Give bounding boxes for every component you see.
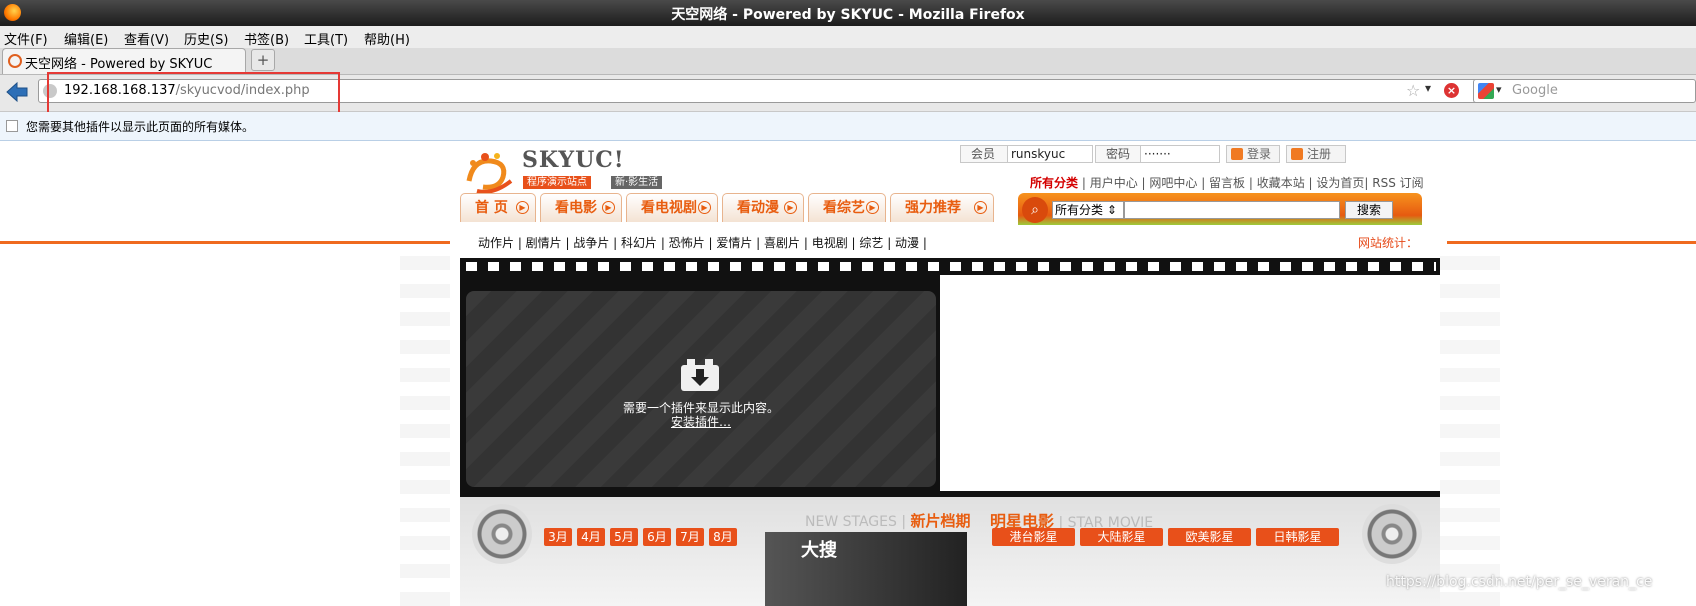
stop-icon[interactable]: ×	[1444, 83, 1459, 98]
nav-tv-series[interactable]: 看电视剧 ▶	[626, 193, 718, 222]
login-button[interactable]: 登录	[1226, 145, 1280, 163]
member-label: 会员	[960, 145, 1008, 163]
login-icon	[1231, 148, 1243, 160]
new-stages-heading: NEW STAGES | 新片档期	[805, 512, 971, 530]
search-bar[interactable]: ▾ Google	[1473, 79, 1696, 103]
menu-file[interactable]: 文件(F)	[4, 29, 48, 48]
nav-arrow-icon: ▶	[974, 201, 987, 214]
search-category-select[interactable]: 所有分类 ⇕	[1052, 201, 1124, 219]
menu-help[interactable]: 帮助(H)	[364, 29, 410, 48]
bg-pattern-left	[400, 245, 450, 606]
back-arrow-icon[interactable]	[4, 79, 30, 105]
star-tab-jp-kr[interactable]: 日韩影星	[1256, 528, 1339, 546]
month-tab-8[interactable]: 8月	[709, 528, 737, 546]
film-strip	[460, 258, 1440, 275]
month-tab-4[interactable]: 4月	[577, 528, 605, 546]
skyuc-logo-icon[interactable]	[463, 151, 518, 196]
page-content: 会员 runskyuc 密码 ······· 登录 注册 SKYUC! 程序演示…	[0, 141, 1696, 606]
nav-arrow-icon: ▶	[784, 201, 797, 214]
film-holes	[466, 262, 1436, 271]
browser-tab[interactable]: 天空网络 - Powered by SKYUC	[2, 48, 246, 74]
featured-panel	[940, 275, 1440, 491]
nav-arrow-icon: ▶	[698, 201, 711, 214]
menu-bookmarks[interactable]: 书签(B)	[244, 29, 289, 48]
month-tab-3[interactable]: 3月	[544, 528, 572, 546]
film-reel-right-icon	[1362, 504, 1422, 564]
register-button[interactable]: 注册	[1286, 145, 1346, 163]
category-links[interactable]: 动作片 | 剧情片 | 战争片 | 科幻片 | 恐怖片 | 爱情片 | 喜剧片 …	[478, 234, 927, 251]
nav-arrow-icon: ▶	[602, 201, 615, 214]
plugin-notification-bar[interactable]: 您需要其他插件以显示此页面的所有媒体。	[0, 112, 1696, 141]
star-tab-western[interactable]: 欧美影星	[1168, 528, 1251, 546]
month-tab-6[interactable]: 6月	[643, 528, 671, 546]
menu-history[interactable]: 历史(S)	[184, 29, 228, 48]
site-stats-label: 网站统计：	[1358, 236, 1419, 250]
menu-tools[interactable]: 工具(T)	[304, 29, 348, 48]
top-links-rest[interactable]: | 用户中心 | 网吧中心 | 留言板 | 收藏本站 | 设为首页| RSS 订…	[1082, 176, 1424, 190]
logo-text: SKYUC!	[522, 147, 625, 173]
password-input[interactable]: ·······	[1140, 145, 1220, 163]
month-tab-5[interactable]: 5月	[610, 528, 638, 546]
nav-recommend[interactable]: 强力推荐 ▶	[890, 193, 994, 222]
poster-title: 大搜	[801, 540, 837, 561]
tab-loading-icon	[8, 54, 22, 68]
window-titlebar: 天空网络 - Powered by SKYUC - Mozilla Firefo…	[0, 0, 1696, 26]
watermark: https://blog.csdn.net/per_se_veran_ce	[1386, 574, 1653, 590]
nav-home[interactable]: 首 页 ▶	[460, 193, 536, 222]
nav-variety[interactable]: 看综艺 ▶	[808, 193, 886, 222]
bg-pattern-right	[1440, 245, 1500, 606]
search-placeholder: Google	[1512, 83, 1558, 98]
movie-poster[interactable]: 大搜	[765, 532, 967, 606]
password-label: 密码	[1095, 145, 1141, 163]
main-nav: 首 页 ▶ 看电影 ▶ 看电视剧 ▶ 看动漫 ▶ 看综艺 ▶ 强力推荐 ▶	[460, 193, 1000, 223]
star-tab-hk-tw[interactable]: 港台影星	[992, 528, 1075, 546]
site-search-button[interactable]: 搜索	[1345, 201, 1393, 219]
google-engine-icon[interactable]	[1478, 83, 1494, 99]
logo-slogan: 新·影生活	[611, 176, 663, 189]
star-tab-mainland[interactable]: 大陆影星	[1080, 528, 1163, 546]
search-icon: ⌕	[1022, 197, 1048, 223]
plugin-download-icon[interactable]	[681, 359, 719, 391]
tab-label: 天空网络 - Powered by SKYUC	[25, 57, 213, 72]
site-search-input[interactable]	[1124, 201, 1340, 219]
nav-movies[interactable]: 看电影 ▶	[540, 193, 622, 222]
new-tab-button[interactable]: +	[251, 49, 275, 71]
window-title: 天空网络 - Powered by SKYUC - Mozilla Firefo…	[671, 7, 1025, 23]
member-input[interactable]: runskyuc	[1007, 145, 1093, 163]
bookmark-star-icon[interactable]: ☆	[1406, 81, 1420, 100]
menu-bar: 文件(F) 编辑(E) 查看(V) 历史(S) 书签(B) 工具(T) 帮助(H…	[0, 26, 1696, 48]
month-tab-7[interactable]: 7月	[676, 528, 704, 546]
engine-dropdown-icon[interactable]: ▾	[1496, 83, 1502, 96]
film-reel-left-icon	[472, 504, 532, 564]
all-categories-link[interactable]: 所有分类	[1030, 176, 1078, 190]
nav-arrow-icon: ▶	[866, 201, 879, 214]
nav-arrow-icon: ▶	[516, 201, 529, 214]
menu-edit[interactable]: 编辑(E)	[64, 29, 108, 48]
register-icon	[1291, 148, 1303, 160]
install-plugin-link[interactable]: 安装插件…	[466, 413, 936, 430]
top-links[interactable]: 所有分类 | 用户中心 | 网吧中心 | 留言板 | 收藏本站 | 设为首页| …	[1030, 174, 1424, 191]
plugin-icon	[6, 120, 18, 132]
annotation-highlight-box	[47, 72, 340, 116]
menu-view[interactable]: 查看(V)	[124, 29, 169, 48]
logo-subtitle: 程序演示站点	[523, 176, 591, 189]
category-bar: 动作片 | 剧情片 | 战争片 | 科幻片 | 恐怖片 | 爱情片 | 喜剧片 …	[450, 227, 1447, 255]
url-history-dropdown-icon[interactable]: ▾	[1425, 81, 1431, 95]
nav-anime[interactable]: 看动漫 ▶	[722, 193, 804, 222]
plugin-notice-text: 您需要其他插件以显示此页面的所有媒体。	[26, 120, 255, 134]
